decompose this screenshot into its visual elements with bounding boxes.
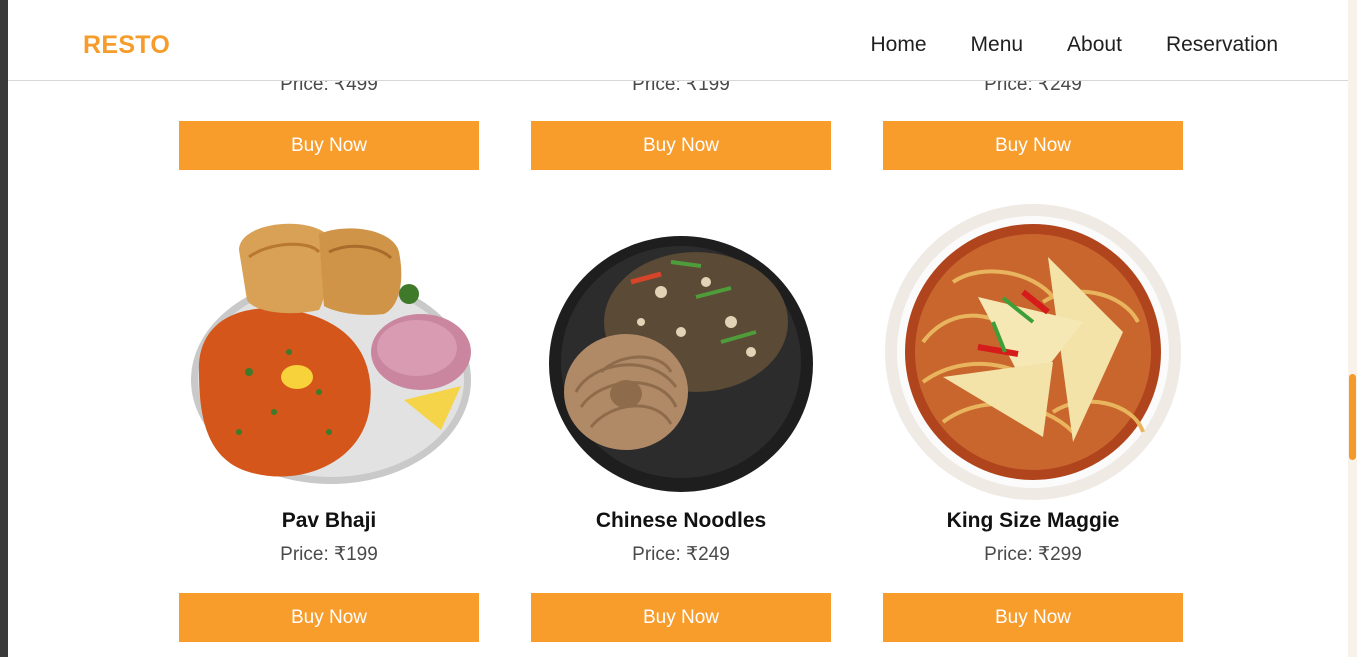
dish-name-pav-bhaji: Pav Bhaji <box>281 509 377 532</box>
dish-price-king-size-maggie: Price: ₹299 <box>984 544 1082 565</box>
site-header: RESTO Home Menu About Reservation <box>8 0 1348 81</box>
scrollbar-track[interactable] <box>1348 0 1357 657</box>
window-left-edge <box>0 0 8 657</box>
scrollbar-thumb[interactable] <box>1349 374 1356 460</box>
nav-reservation[interactable]: Reservation <box>1166 31 1278 59</box>
dish-name-king-size-maggie: King Size Maggie <box>946 509 1120 532</box>
prev-buy-now-button-2[interactable]: Buy Now <box>531 121 831 170</box>
dish-name-chinese-noodles: Chinese Noodles <box>595 509 767 532</box>
pav-bhaji-image <box>191 223 471 484</box>
dish-price-chinese-noodles: Price: ₹249 <box>632 544 730 565</box>
buy-now-button-chinese-noodles[interactable]: Buy Now <box>531 593 831 642</box>
dish-price-pav-bhaji: Price: ₹199 <box>280 544 378 565</box>
prev-buy-now-button-3[interactable]: Buy Now <box>883 121 1183 170</box>
brand-logo[interactable]: RESTO <box>83 31 170 59</box>
chinese-noodles-image <box>549 236 813 492</box>
buy-now-button-pav-bhaji[interactable]: Buy Now <box>179 593 479 642</box>
prev-buy-now-button-1[interactable]: Buy Now <box>179 121 479 170</box>
main-nav: Home Menu About Reservation <box>870 31 1278 59</box>
buy-now-button-king-size-maggie[interactable]: Buy Now <box>883 593 1183 642</box>
nav-menu[interactable]: Menu <box>971 31 1024 59</box>
king-size-maggie-image <box>885 204 1181 500</box>
nav-about[interactable]: About <box>1067 31 1122 59</box>
nav-home[interactable]: Home <box>870 31 926 59</box>
